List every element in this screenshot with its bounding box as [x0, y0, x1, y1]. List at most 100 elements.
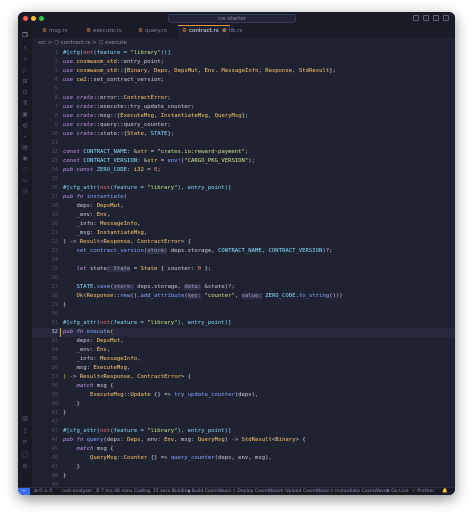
code-token: crate	[76, 95, 94, 101]
code-line[interactable]: 44 pub fn query(deps: Deps, env: Env, msg…	[32, 436, 455, 445]
code-line[interactable]: 48}	[32, 472, 455, 481]
status-item[interactable]: 🔔	[442, 488, 448, 495]
code-line[interactable]: 18 deps: DepsMut,	[32, 202, 455, 211]
code-line[interactable]: 27 STATE.save(store: deps.storage, data:…	[32, 283, 455, 292]
code-line[interactable]: 40 }	[32, 400, 455, 409]
account-icon[interactable]: ◯	[21, 451, 29, 459]
code-line[interactable]: 12 const CONTRACT_NAME: &str = "crates.io…	[32, 148, 455, 157]
zoom-window-button[interactable]	[39, 16, 44, 21]
code-line[interactable]: 9 use crate::query::query_counter;	[32, 121, 455, 130]
code-line[interactable]: 37) -> Result<Response, ContractError> {	[32, 373, 455, 382]
tab-msg-rs[interactable]: ⚙ msg.rs	[42, 25, 68, 38]
docker-icon[interactable]: ▣	[21, 111, 29, 119]
tab-query-rs[interactable]: ⚙ query.rs	[138, 25, 167, 38]
notebook-icon[interactable]: ▤	[21, 144, 29, 152]
code-line[interactable]: 22) -> Result<Response, ContractError> {	[32, 238, 455, 247]
code-line[interactable]: 39 ExecuteMsg::Update {} => try_update_c…	[32, 391, 455, 400]
code-line[interactable]: 4 use cw2::set_contract_version;	[32, 76, 455, 85]
code-line[interactable]: 19 _env: Env,	[32, 211, 455, 220]
code-line[interactable]: 43 #[cfg_attr(not(feature = "library"), e…	[32, 427, 455, 436]
tab-execute-rs[interactable]: ⚙ execute.rs	[86, 25, 122, 38]
code-editor[interactable]: 1 #[cfg(not(feature = "library"))] 2 use co…	[32, 49, 455, 488]
testing-icon[interactable]: ⚗	[21, 100, 29, 108]
tab-lib-rs[interactable]: ⚙ lib.rs	[222, 25, 242, 38]
code-line[interactable]: 36 msg: ExecuteMsg,	[32, 364, 455, 373]
code-text: use crate::query::query_counter;	[63, 121, 171, 130]
status-item[interactable]: ⏱ 7 hrs 46 mins Coding, 15 secs Building	[96, 488, 190, 495]
timeline-icon[interactable]: ◷	[21, 188, 29, 196]
code-line[interactable]: 3 use cosmwasm_std::{Binary, Deps, DepsMu…	[32, 67, 455, 76]
code-token: set_contract_version	[76, 248, 144, 254]
remote-icon[interactable]: ⊡	[21, 89, 29, 97]
code-token: #[cfg_attr(	[63, 428, 101, 434]
code-line[interactable]: 2 use cosmwasm_std::entry_point;	[32, 58, 455, 67]
status-item[interactable]: ⇧ Instantiate CosmWasm	[330, 488, 388, 495]
code-line[interactable]: 41}	[32, 409, 455, 418]
code-line[interactable]: 14 pub const ZERO_CODE: i32 = 0;	[32, 166, 455, 175]
bookmark-icon[interactable]: ▯	[21, 427, 29, 435]
remote-indicator[interactable]: ⌁	[18, 488, 30, 495]
code-line[interactable]: 16 #[cfg_attr(not(feature = "library"), e…	[32, 184, 455, 193]
search-icon[interactable]: ⌕	[21, 44, 29, 52]
code-line[interactable]: 47 }	[32, 463, 455, 472]
code-line[interactable]: 10 use crate::state::{State, STATE};	[32, 130, 455, 139]
settings-icon[interactable]: ⚙	[21, 463, 29, 471]
code-line[interactable]: 25 let state: State = State { counter: 0…	[32, 265, 455, 274]
customize-layout-icon[interactable]	[443, 15, 449, 21]
code-line[interactable]: 42	[32, 418, 455, 427]
book-icon[interactable]: ▥	[21, 415, 29, 423]
toggle-secondary-sidebar-icon[interactable]	[433, 15, 439, 21]
code-line[interactable]: 30	[32, 310, 455, 319]
code-line[interactable]: 26	[32, 274, 455, 283]
code-line[interactable]: 8 use crate::msg::{ExecuteMsg, Instantiat…	[32, 112, 455, 121]
status-item[interactable]: ⇧ Upload CosmWasm	[280, 488, 330, 495]
code-line[interactable]: 29}	[32, 301, 455, 310]
source-control-icon[interactable]: ⑂	[21, 56, 29, 64]
terminal-icon[interactable]: ▭	[21, 177, 29, 185]
database-icon[interactable]: ◍	[21, 122, 29, 130]
minimize-window-button[interactable]	[31, 16, 36, 21]
run-debug-icon[interactable]: ▷	[21, 67, 29, 75]
line-number: 18	[51, 203, 58, 209]
breadcrumb[interactable]: src > ⬡ contract.rs > ⬡ execute	[38, 39, 127, 48]
code-token: ) ->	[63, 239, 80, 245]
code-line[interactable]: 34 _env: Env,	[32, 346, 455, 355]
code-line[interactable]: 46 QueryMsg::Counter {} => query_counter…	[32, 454, 455, 463]
command-center-search[interactable]: cw-starter	[168, 14, 296, 23]
code-line[interactable]: 11	[32, 139, 455, 148]
git-graph-icon[interactable]: ⑃	[21, 133, 29, 141]
code-line[interactable]: 33 deps: DepsMut,	[32, 337, 455, 346]
code-line[interactable]: 38 match msg {	[32, 382, 455, 391]
toggle-sidebar-icon[interactable]	[413, 15, 419, 21]
code-line[interactable]: 24	[32, 256, 455, 265]
code-line[interactable]: 35 _info: MessageInfo,	[32, 355, 455, 364]
status-item[interactable]: ▸ Build CosmWasm	[188, 488, 232, 495]
code-line[interactable]: 31 #[cfg_attr(not(feature = "library"), e…	[32, 319, 455, 328]
files-icon[interactable]: ❐	[21, 32, 29, 40]
sync-icon[interactable]: ⟳	[21, 439, 29, 447]
code-line[interactable]: 17 pub fn instantiate(	[32, 193, 455, 202]
code-line[interactable]: 23 set_contract_version(store: deps.stor…	[32, 247, 455, 256]
status-item[interactable]: ⊛ Go Live	[386, 488, 409, 495]
code-line[interactable]: 20 _info: MessageInfo,	[32, 220, 455, 229]
code-token: "counter"	[204, 293, 235, 299]
code-line[interactable]: 15	[32, 175, 455, 184]
status-item[interactable]: ⊗ 0 ⚠ 0	[34, 488, 52, 495]
close-window-button[interactable]	[23, 16, 28, 21]
code-line[interactable]: 21 _msg: InstantiateMsg,	[32, 229, 455, 238]
copilot-icon[interactable]: ◉	[21, 155, 29, 163]
code-line[interactable]: 5	[32, 85, 455, 94]
code-line[interactable]: 6 use crate::error::ContractError;	[32, 94, 455, 103]
status-item[interactable]: ⇧ Deploy CosmWasm	[232, 488, 282, 495]
chat-icon[interactable]: ◌	[21, 166, 29, 174]
code-line[interactable]: 13 const CONTRACT_VERSION: &str = env!("C…	[32, 157, 455, 166]
code-line[interactable]: 7 use crate::execute::try_update_counter;	[32, 103, 455, 112]
toggle-panel-icon[interactable]	[423, 15, 429, 21]
extensions-icon[interactable]: ⊞	[21, 78, 29, 86]
code-line[interactable]: 28 Ok(Response::new().add_attribute(key:…	[32, 292, 455, 301]
code-line[interactable]: 45 match msg {	[32, 445, 455, 454]
status-item[interactable]: rust-analyzer	[62, 488, 92, 495]
code-line[interactable]: 32 pub fn execute(	[32, 328, 455, 337]
code-line[interactable]: 1 #[cfg(not(feature = "library"))]	[32, 49, 455, 58]
status-item[interactable]: ✓ Prettier	[412, 488, 434, 495]
